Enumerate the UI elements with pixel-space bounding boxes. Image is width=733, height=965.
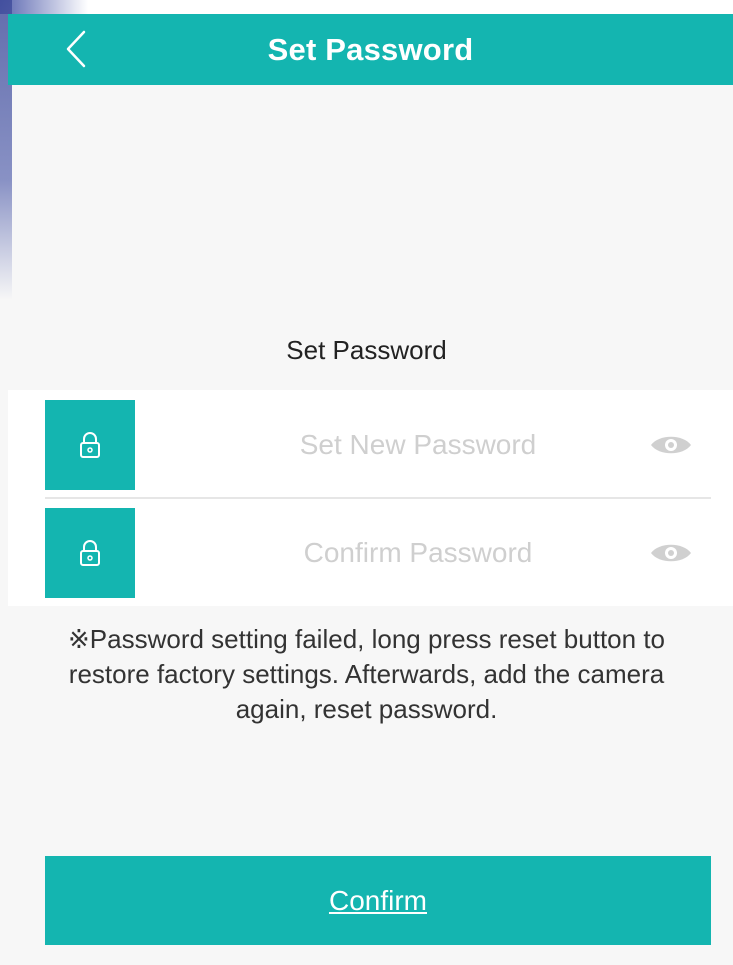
chevron-left-icon bbox=[66, 30, 86, 68]
reset-notice: ※Password setting failed, long press res… bbox=[68, 624, 665, 724]
confirm-password-input[interactable] bbox=[135, 508, 641, 598]
field-divider bbox=[45, 497, 711, 499]
back-button[interactable] bbox=[56, 24, 96, 74]
confirm-password-row bbox=[45, 508, 711, 598]
eye-icon bbox=[651, 436, 691, 454]
lock-icon-box bbox=[45, 400, 135, 490]
page-title: Set Password bbox=[267, 31, 474, 67]
confirm-button-label: Confirm bbox=[328, 884, 427, 916]
lock-icon-box bbox=[45, 508, 135, 598]
lock-icon bbox=[80, 432, 100, 458]
new-password-row bbox=[45, 400, 711, 490]
confirm-button[interactable]: Confirm bbox=[45, 856, 711, 945]
background-strip-top bbox=[0, 0, 733, 14]
eye-icon bbox=[651, 544, 691, 562]
lock-icon bbox=[80, 540, 100, 566]
new-password-input[interactable] bbox=[135, 400, 641, 490]
show-new-password-toggle[interactable] bbox=[641, 400, 701, 490]
section-title: Set Password bbox=[286, 335, 447, 365]
password-form bbox=[8, 390, 733, 606]
navigation-bar: Set Password bbox=[8, 14, 733, 85]
show-confirm-password-toggle[interactable] bbox=[641, 508, 701, 598]
